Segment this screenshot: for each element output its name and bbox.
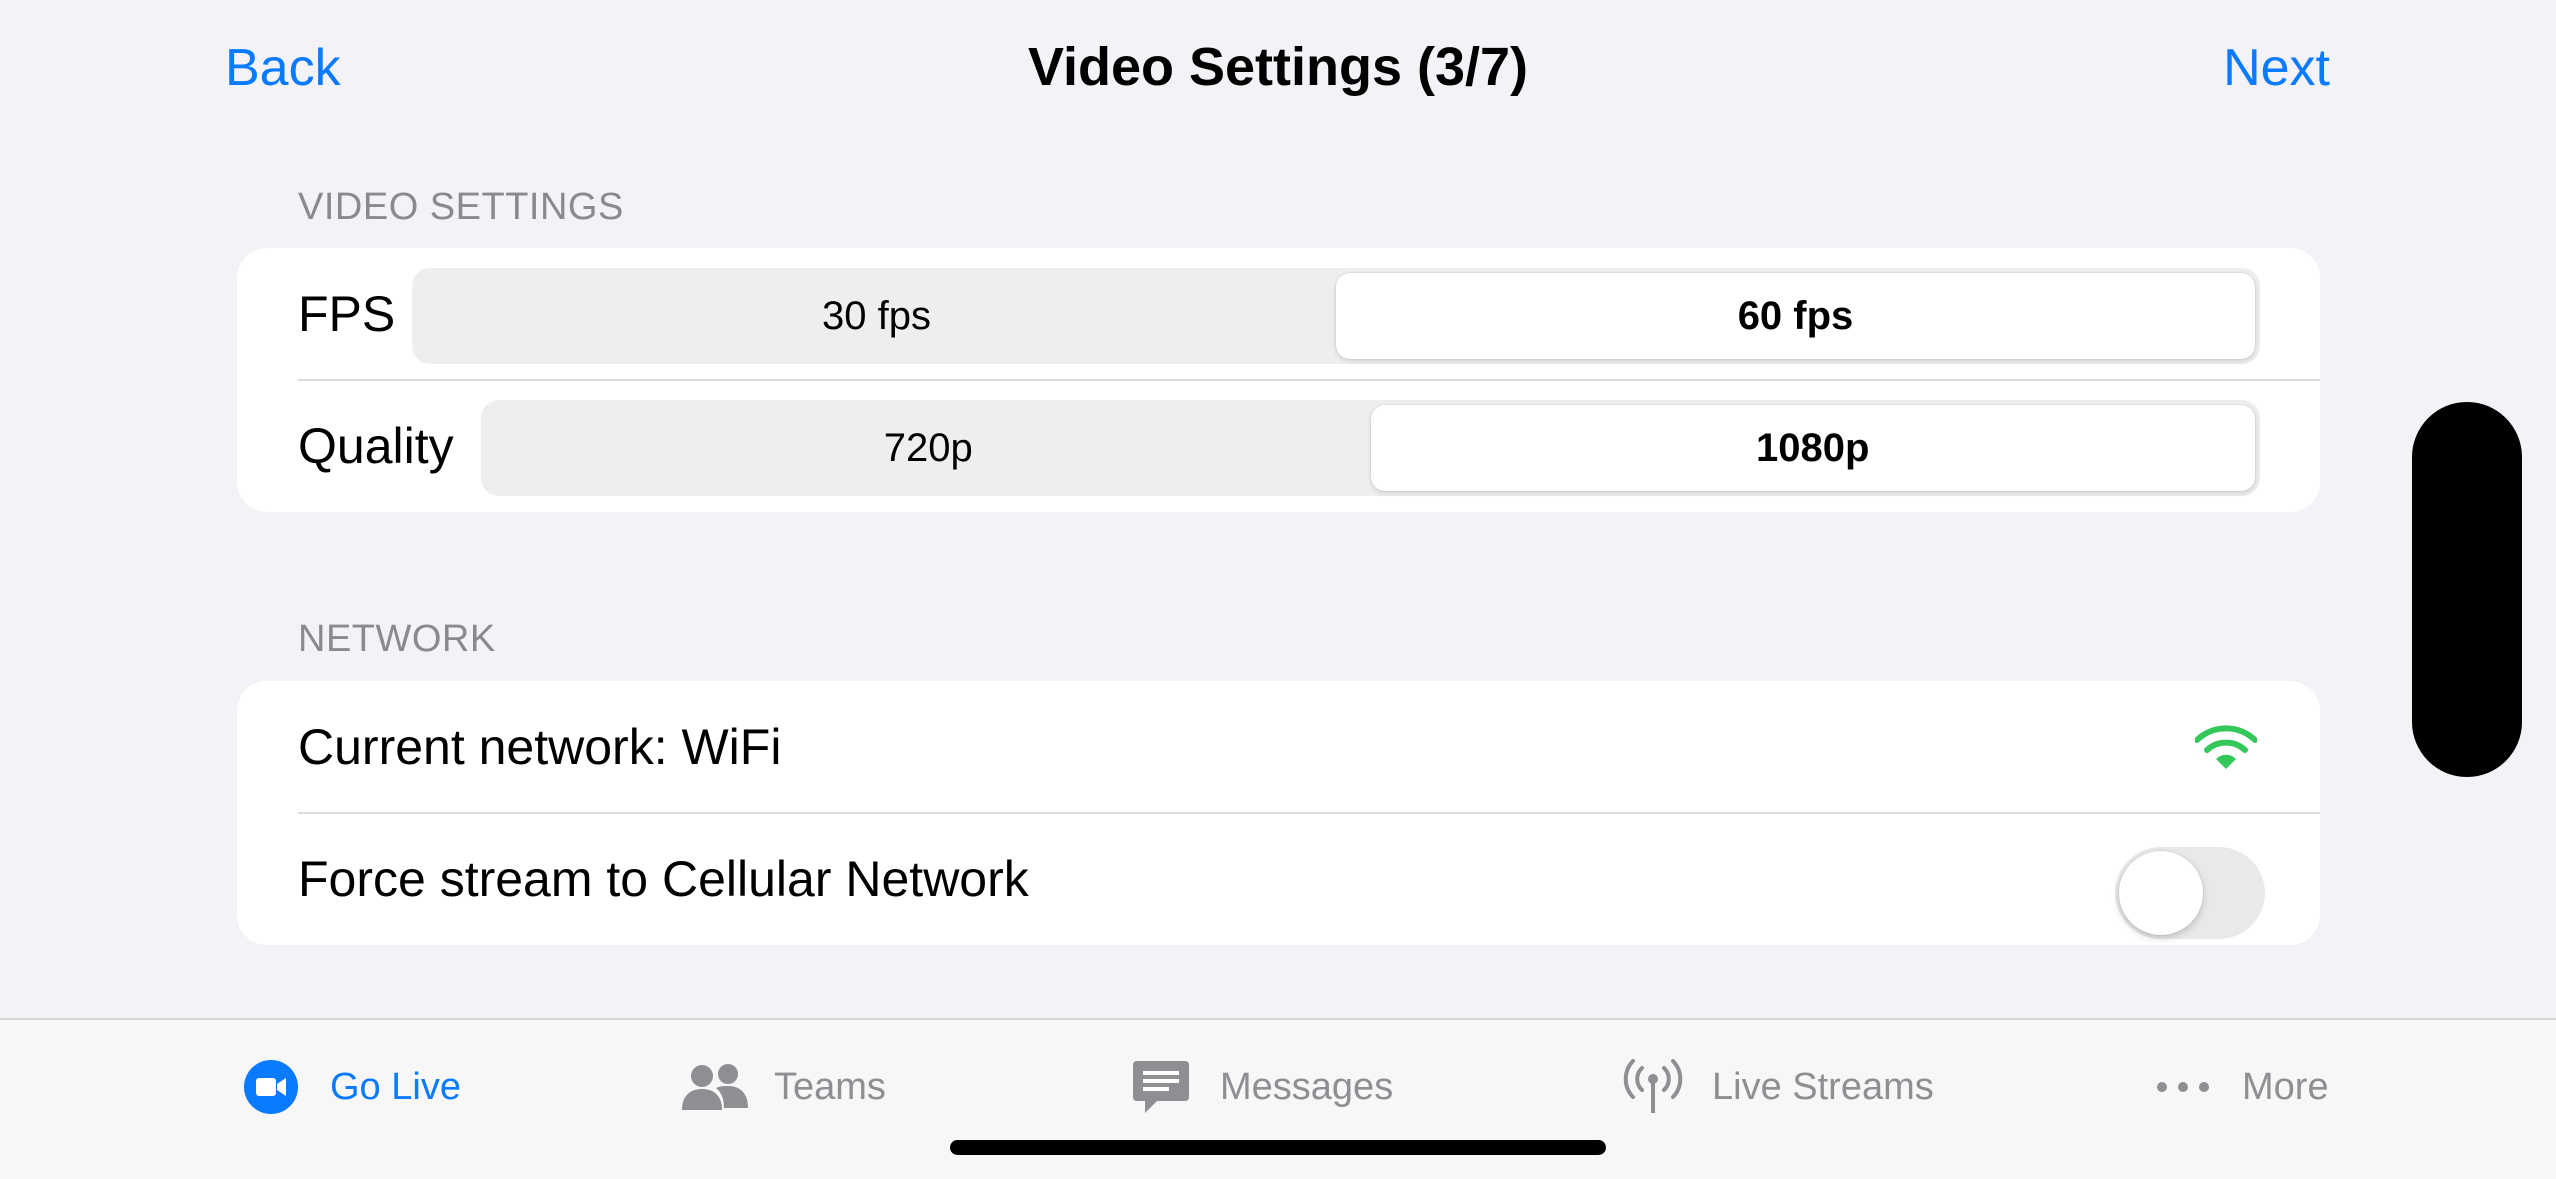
- tab-more[interactable]: More: [2148, 1042, 2329, 1132]
- video-settings-card: FPS 30 fps 60 fps Quality 720p 1080p: [237, 248, 2320, 512]
- wifi-icon: [2195, 725, 2257, 769]
- chat-bubble-icon: [1126, 1057, 1196, 1117]
- people-icon: [680, 1057, 750, 1117]
- tab-label: More: [2242, 1065, 2329, 1108]
- tab-live-streams[interactable]: Live Streams: [1618, 1042, 1934, 1132]
- fps-option-60[interactable]: 60 fps: [1336, 273, 2255, 359]
- quality-row: Quality 720p 1080p: [237, 380, 2320, 512]
- fps-option-30[interactable]: 30 fps: [417, 273, 1336, 359]
- quality-label: Quality: [298, 418, 454, 474]
- current-network-label: Current network: WiFi: [298, 719, 782, 775]
- tab-label: Teams: [774, 1065, 886, 1108]
- section-header-video-settings: VIDEO SETTINGS: [298, 186, 624, 228]
- fps-segmented-control: 30 fps 60 fps: [412, 268, 2260, 364]
- ellipsis-icon: [2148, 1057, 2218, 1117]
- tab-label: Go Live: [330, 1065, 461, 1108]
- tab-go-live[interactable]: Go Live: [236, 1042, 461, 1132]
- page-title: Video Settings (3/7): [1027, 37, 1529, 97]
- force-cellular-label: Force stream to Cellular Network: [298, 851, 1029, 907]
- fps-label: FPS: [298, 286, 396, 342]
- force-cellular-toggle[interactable]: [2115, 847, 2265, 939]
- next-button[interactable]: Next: [2223, 36, 2330, 100]
- quality-segmented-control: 720p 1080p: [481, 400, 2260, 496]
- quality-option-1080p[interactable]: 1080p: [1370, 405, 2255, 491]
- video-camera-icon: [236, 1057, 306, 1117]
- tab-label: Messages: [1220, 1065, 1394, 1108]
- fps-row: FPS 30 fps 60 fps: [237, 248, 2320, 380]
- current-network-row: Current network: WiFi: [237, 681, 2320, 813]
- quality-option-720p[interactable]: 720p: [486, 405, 1371, 491]
- section-header-network: NETWORK: [298, 618, 496, 660]
- side-grab-handle[interactable]: [2412, 402, 2522, 777]
- tab-teams[interactable]: Teams: [680, 1042, 886, 1132]
- navigation-bar: Back Video Settings (3/7) Next: [0, 0, 2556, 140]
- force-cellular-row: Force stream to Cellular Network: [237, 813, 2320, 945]
- toggle-knob: [2119, 851, 2203, 935]
- tab-messages[interactable]: Messages: [1126, 1042, 1393, 1132]
- antenna-icon: [1618, 1057, 1688, 1117]
- home-indicator: [950, 1140, 1606, 1155]
- tab-label: Live Streams: [1712, 1065, 1934, 1108]
- network-card: Current network: WiFi Force stream to Ce…: [237, 681, 2320, 945]
